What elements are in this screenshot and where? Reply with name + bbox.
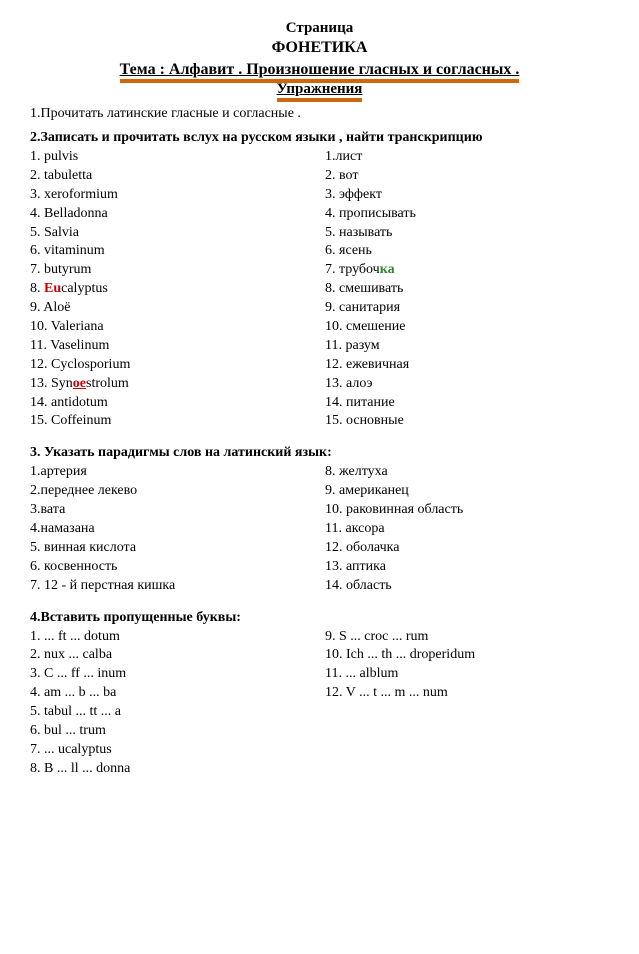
list-item: 7. трубочка — [325, 261, 609, 280]
list-item: 4. Belladonna — [30, 205, 325, 224]
list-item: 13. аптика — [325, 558, 609, 577]
list-item: 8. B ... ll ... donna — [30, 760, 325, 779]
sub-heading: Упражнения — [30, 81, 609, 98]
list-item: 15. Coffeinum — [30, 412, 325, 431]
list-item: 13. Synoestrolum — [30, 375, 325, 394]
list-item: 14. питание — [325, 394, 609, 413]
list-item: 10. смешение — [325, 318, 609, 337]
section-heading: ФОНЕТИКА — [30, 39, 609, 57]
list-item: 9. S ... croc ... rum — [325, 628, 609, 647]
list-item: 13. алоэ — [325, 375, 609, 394]
list-item: 10. Ich ... th ... droperidum — [325, 646, 609, 665]
list-item: 3. эффект — [325, 186, 609, 205]
list-item: 12. V ... t ... m ... num — [325, 684, 609, 703]
list-item: 2. tabuletta — [30, 167, 325, 186]
list-item: 14. antidotum — [30, 394, 325, 413]
list-item: 9. санитария — [325, 299, 609, 318]
list-item: 10. Valeriana — [30, 318, 325, 337]
list-item: 8. желтуха — [325, 463, 609, 482]
list-item: 2. вот — [325, 167, 609, 186]
list-item: 10. раковинная область — [325, 501, 609, 520]
task-3: 3. Указать парадигмы слов на латинский я… — [30, 445, 609, 461]
list-item: 5. Salvia — [30, 224, 325, 243]
list-item: 9. Aloё — [30, 299, 325, 318]
list-item: 1.лист — [325, 148, 609, 167]
list-item: 6. bul ... trum — [30, 722, 325, 741]
list-item: 11. Vaselinum — [30, 337, 325, 356]
task-1: 1.Прочитать латинские гласные и согласны… — [30, 106, 609, 122]
page-heading: Страница — [30, 20, 609, 37]
list-item: 1. ... ft ... dotum — [30, 628, 325, 647]
list-item: 11. разум — [325, 337, 609, 356]
list-item: 11. ... alblum — [325, 665, 609, 684]
list-item: 12. Cyclosporium — [30, 356, 325, 375]
topic-heading: Тема : Алфавит . Произношение гласных и … — [30, 61, 609, 79]
list-item: 7. 12 - й перстная кишка — [30, 577, 325, 596]
list-item: 15. основные — [325, 412, 609, 431]
list-item: 2.переднее лекево — [30, 482, 325, 501]
list-item: 12. ежевичная — [325, 356, 609, 375]
list-item: 5. tabul ... tt ... a — [30, 703, 325, 722]
list-item: 6. vitaminum — [30, 242, 325, 261]
list-item: 7. butyrum — [30, 261, 325, 280]
list-item: 2. nux ... calba — [30, 646, 325, 665]
list-item: 14. область — [325, 577, 609, 596]
list-item: 12. оболачка — [325, 539, 609, 558]
list-item: 4.намазана — [30, 520, 325, 539]
list-3: 1.артерия 2.переднее лекево 3.вата 4.нам… — [30, 463, 609, 595]
list-item: 1. pulvis — [30, 148, 325, 167]
list-item: 11. аксора — [325, 520, 609, 539]
list-item: 4. am ... b ... ba — [30, 684, 325, 703]
list-item: 8. Eucalyptus — [30, 280, 325, 299]
list-item: 4. прописывать — [325, 205, 609, 224]
list-4: 1. ... ft ... dotum 2. nux ... calba 3. … — [30, 628, 609, 779]
list-item: 6. ясень — [325, 242, 609, 261]
list-item: 9. американец — [325, 482, 609, 501]
list-item: 8. смешивать — [325, 280, 609, 299]
list-item: 5. называть — [325, 224, 609, 243]
list-item: 3.вата — [30, 501, 325, 520]
task-2: 2.Записать и прочитать вслух на русском … — [30, 130, 609, 146]
list-item: 5. винная кислота — [30, 539, 325, 558]
task-4: 4.Вставить пропущенные буквы: — [30, 610, 609, 626]
list-item: 3. C ... ff ... inum — [30, 665, 325, 684]
list-item: 1.артерия — [30, 463, 325, 482]
list-1: 1. pulvis 2. tabuletta 3. xeroformium 4.… — [30, 148, 609, 431]
list-item: 3. xeroformium — [30, 186, 325, 205]
list-item: 6. косвенность — [30, 558, 325, 577]
list-item: 7. ... ucalyptus — [30, 741, 325, 760]
